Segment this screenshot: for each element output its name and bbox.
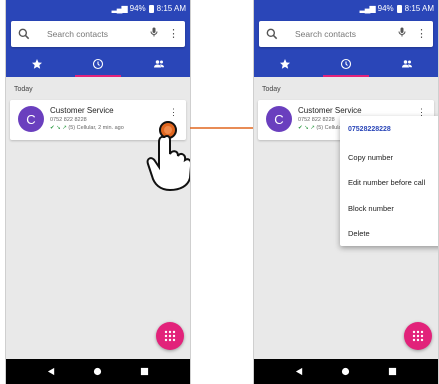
clock-icon — [340, 58, 352, 70]
clock-icon — [92, 58, 104, 70]
battery-percent: 94% — [129, 4, 146, 13]
call-direction-icons: ✔ ↘ ↗ — [298, 125, 315, 131]
menu-item-delete[interactable]: Delete — [348, 229, 370, 238]
recent-apps-icon[interactable] — [140, 363, 149, 381]
battery-icon — [148, 4, 154, 13]
dialpad-icon — [164, 330, 176, 342]
section-header-today: Today — [14, 86, 33, 93]
people-icon — [154, 60, 165, 68]
signal-icon: ▂▄▆ — [359, 4, 376, 13]
signal-icon: ▂▄▆ — [111, 4, 128, 13]
clock-time: 8:15 AM — [156, 4, 186, 13]
people-icon — [402, 60, 413, 68]
contact-name: Customer Service — [298, 106, 362, 115]
search-input[interactable]: Search contacts — [47, 29, 148, 39]
tab-bar — [6, 51, 190, 77]
contact-name: Customer Service — [50, 106, 114, 115]
battery-icon — [396, 4, 402, 13]
search-bar[interactable]: Search contacts ⋮ — [11, 21, 185, 47]
tab-favorites[interactable] — [6, 51, 67, 77]
microphone-icon[interactable] — [396, 25, 408, 43]
battery-percent: 94% — [377, 4, 394, 13]
recent-apps-icon[interactable] — [388, 363, 397, 381]
search-input[interactable]: Search contacts — [295, 29, 396, 39]
call-options-menu: 07528228228 Copy number Edit number befo… — [340, 116, 438, 246]
clock-time: 8:15 AM — [404, 4, 434, 13]
navigation-bar — [6, 359, 190, 384]
tab-recents[interactable] — [315, 51, 376, 77]
phone-screen-before: ▂▄▆ 94% 8:15 AM Search contacts ⋮ Today … — [5, 0, 191, 384]
status-bar: ▂▄▆ 94% 8:15 AM — [6, 0, 190, 17]
back-icon[interactable] — [47, 363, 56, 381]
contact-number: 0752 822 8228 — [298, 117, 335, 123]
avatar[interactable]: C — [18, 106, 44, 132]
avatar[interactable]: C — [266, 106, 292, 132]
home-icon[interactable] — [341, 363, 350, 381]
menu-phone-number: 07528228228 — [348, 126, 391, 133]
menu-item-copy-number[interactable]: Copy number — [348, 153, 393, 162]
status-bar: ▂▄▆ 94% 8:15 AM — [254, 0, 438, 17]
tab-recents[interactable] — [67, 51, 128, 77]
search-icon[interactable] — [17, 27, 31, 41]
contact-number: 0752 822 8228 — [50, 117, 87, 123]
menu-item-edit-number[interactable]: Edit number before call — [348, 178, 425, 187]
dialpad-button[interactable] — [404, 322, 432, 350]
section-header-today: Today — [262, 86, 281, 93]
search-icon[interactable] — [265, 27, 279, 41]
more-options-icon[interactable]: ⋮ — [416, 28, 427, 40]
search-bar[interactable]: Search contacts ⋮ — [259, 21, 433, 47]
tab-contacts[interactable] — [377, 51, 438, 77]
dialpad-button[interactable] — [156, 322, 184, 350]
tab-favorites[interactable] — [254, 51, 315, 77]
phone-screen-after: ▂▄▆ 94% 8:15 AM Search contacts ⋮ Today … — [253, 0, 439, 384]
tab-contacts[interactable] — [129, 51, 190, 77]
menu-item-block-number[interactable]: Block number — [348, 204, 394, 213]
call-meta: ✔ ↘ ↗ (5) Cellular, 2 min. ago — [50, 125, 124, 131]
home-icon[interactable] — [93, 363, 102, 381]
star-icon — [279, 59, 290, 69]
more-options-icon[interactable]: ⋮ — [168, 28, 179, 40]
call-direction-icons: ✔ ↘ ↗ — [50, 125, 67, 131]
navigation-bar — [254, 359, 438, 384]
app-header: Search contacts ⋮ — [254, 17, 438, 77]
dialpad-icon — [412, 330, 424, 342]
star-icon — [31, 59, 42, 69]
call-details: (5) Cellular, 2 min. ago — [68, 125, 124, 131]
microphone-icon[interactable] — [148, 25, 160, 43]
back-icon[interactable] — [295, 363, 304, 381]
tab-bar — [254, 51, 438, 77]
app-header: Search contacts ⋮ — [6, 17, 190, 77]
tap-gesture-hand-icon — [146, 121, 190, 192]
